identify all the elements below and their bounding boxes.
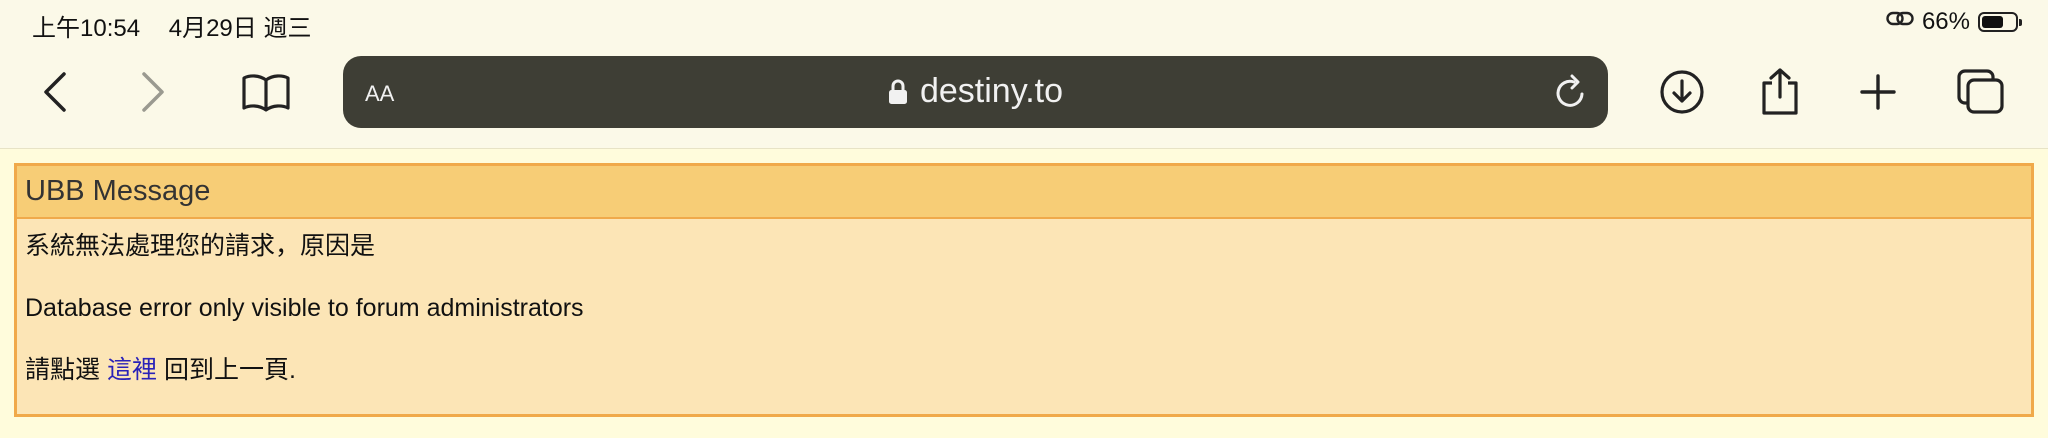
battery-percent: 66%	[1921, 8, 1970, 35]
ubb-message-box: UBB Message 系統無法處理您的請求，原因是 Database erro…	[14, 163, 2034, 417]
message-body: 系統無法處理您的請求，原因是 Database error only visib…	[17, 219, 2031, 387]
bookmarks-button[interactable]	[240, 66, 292, 118]
message-title: UBB Message	[17, 166, 2031, 219]
back-suffix-text: 回到上一頁.	[163, 356, 296, 384]
address-bar[interactable]: AA destiny.to	[343, 56, 1608, 128]
status-time: 上午10:54	[32, 15, 141, 42]
message-line-reason: 系統無法處理您的請求，原因是	[25, 232, 376, 260]
bookmarks-icon	[242, 74, 290, 112]
reload-icon	[1556, 74, 1584, 107]
status-date: 4月29日 週三	[168, 15, 312, 42]
forward-button[interactable]	[127, 66, 179, 118]
message-line-back: 請點選 這裡 回到上一頁.	[25, 353, 2023, 387]
battery-icon	[1978, 12, 2022, 32]
status-bar-right: 66%	[1886, 8, 2022, 36]
back-icon	[44, 72, 66, 112]
forward-icon	[142, 72, 164, 112]
share-icon	[1762, 68, 1798, 115]
download-button[interactable]	[1656, 66, 1708, 118]
url-display[interactable]: destiny.to	[343, 72, 1608, 111]
status-bar-left: 上午10:54 4月29日 週三	[32, 8, 311, 43]
lock-icon	[888, 79, 907, 104]
tabs-overview-button[interactable]	[1955, 66, 2007, 118]
url-text: destiny.to	[919, 72, 1063, 110]
back-prefix-text: 請點選	[25, 356, 101, 384]
new-tab-button[interactable]	[1852, 66, 1904, 118]
back-button[interactable]	[29, 66, 81, 118]
browser-chrome: 上午10:54 4月29日 週三 66% AA destiny.to	[0, 0, 2048, 149]
message-line-error: Database error only visible to forum adm…	[25, 294, 584, 322]
new-tab-icon	[1860, 74, 1896, 110]
reload-button[interactable]	[1554, 74, 1588, 115]
back-here-link[interactable]: 這裡	[107, 356, 157, 384]
tabs-icon	[1957, 69, 2004, 114]
download-icon	[1660, 70, 1704, 114]
link-icon	[1886, 8, 1914, 36]
share-button[interactable]	[1754, 66, 1806, 118]
